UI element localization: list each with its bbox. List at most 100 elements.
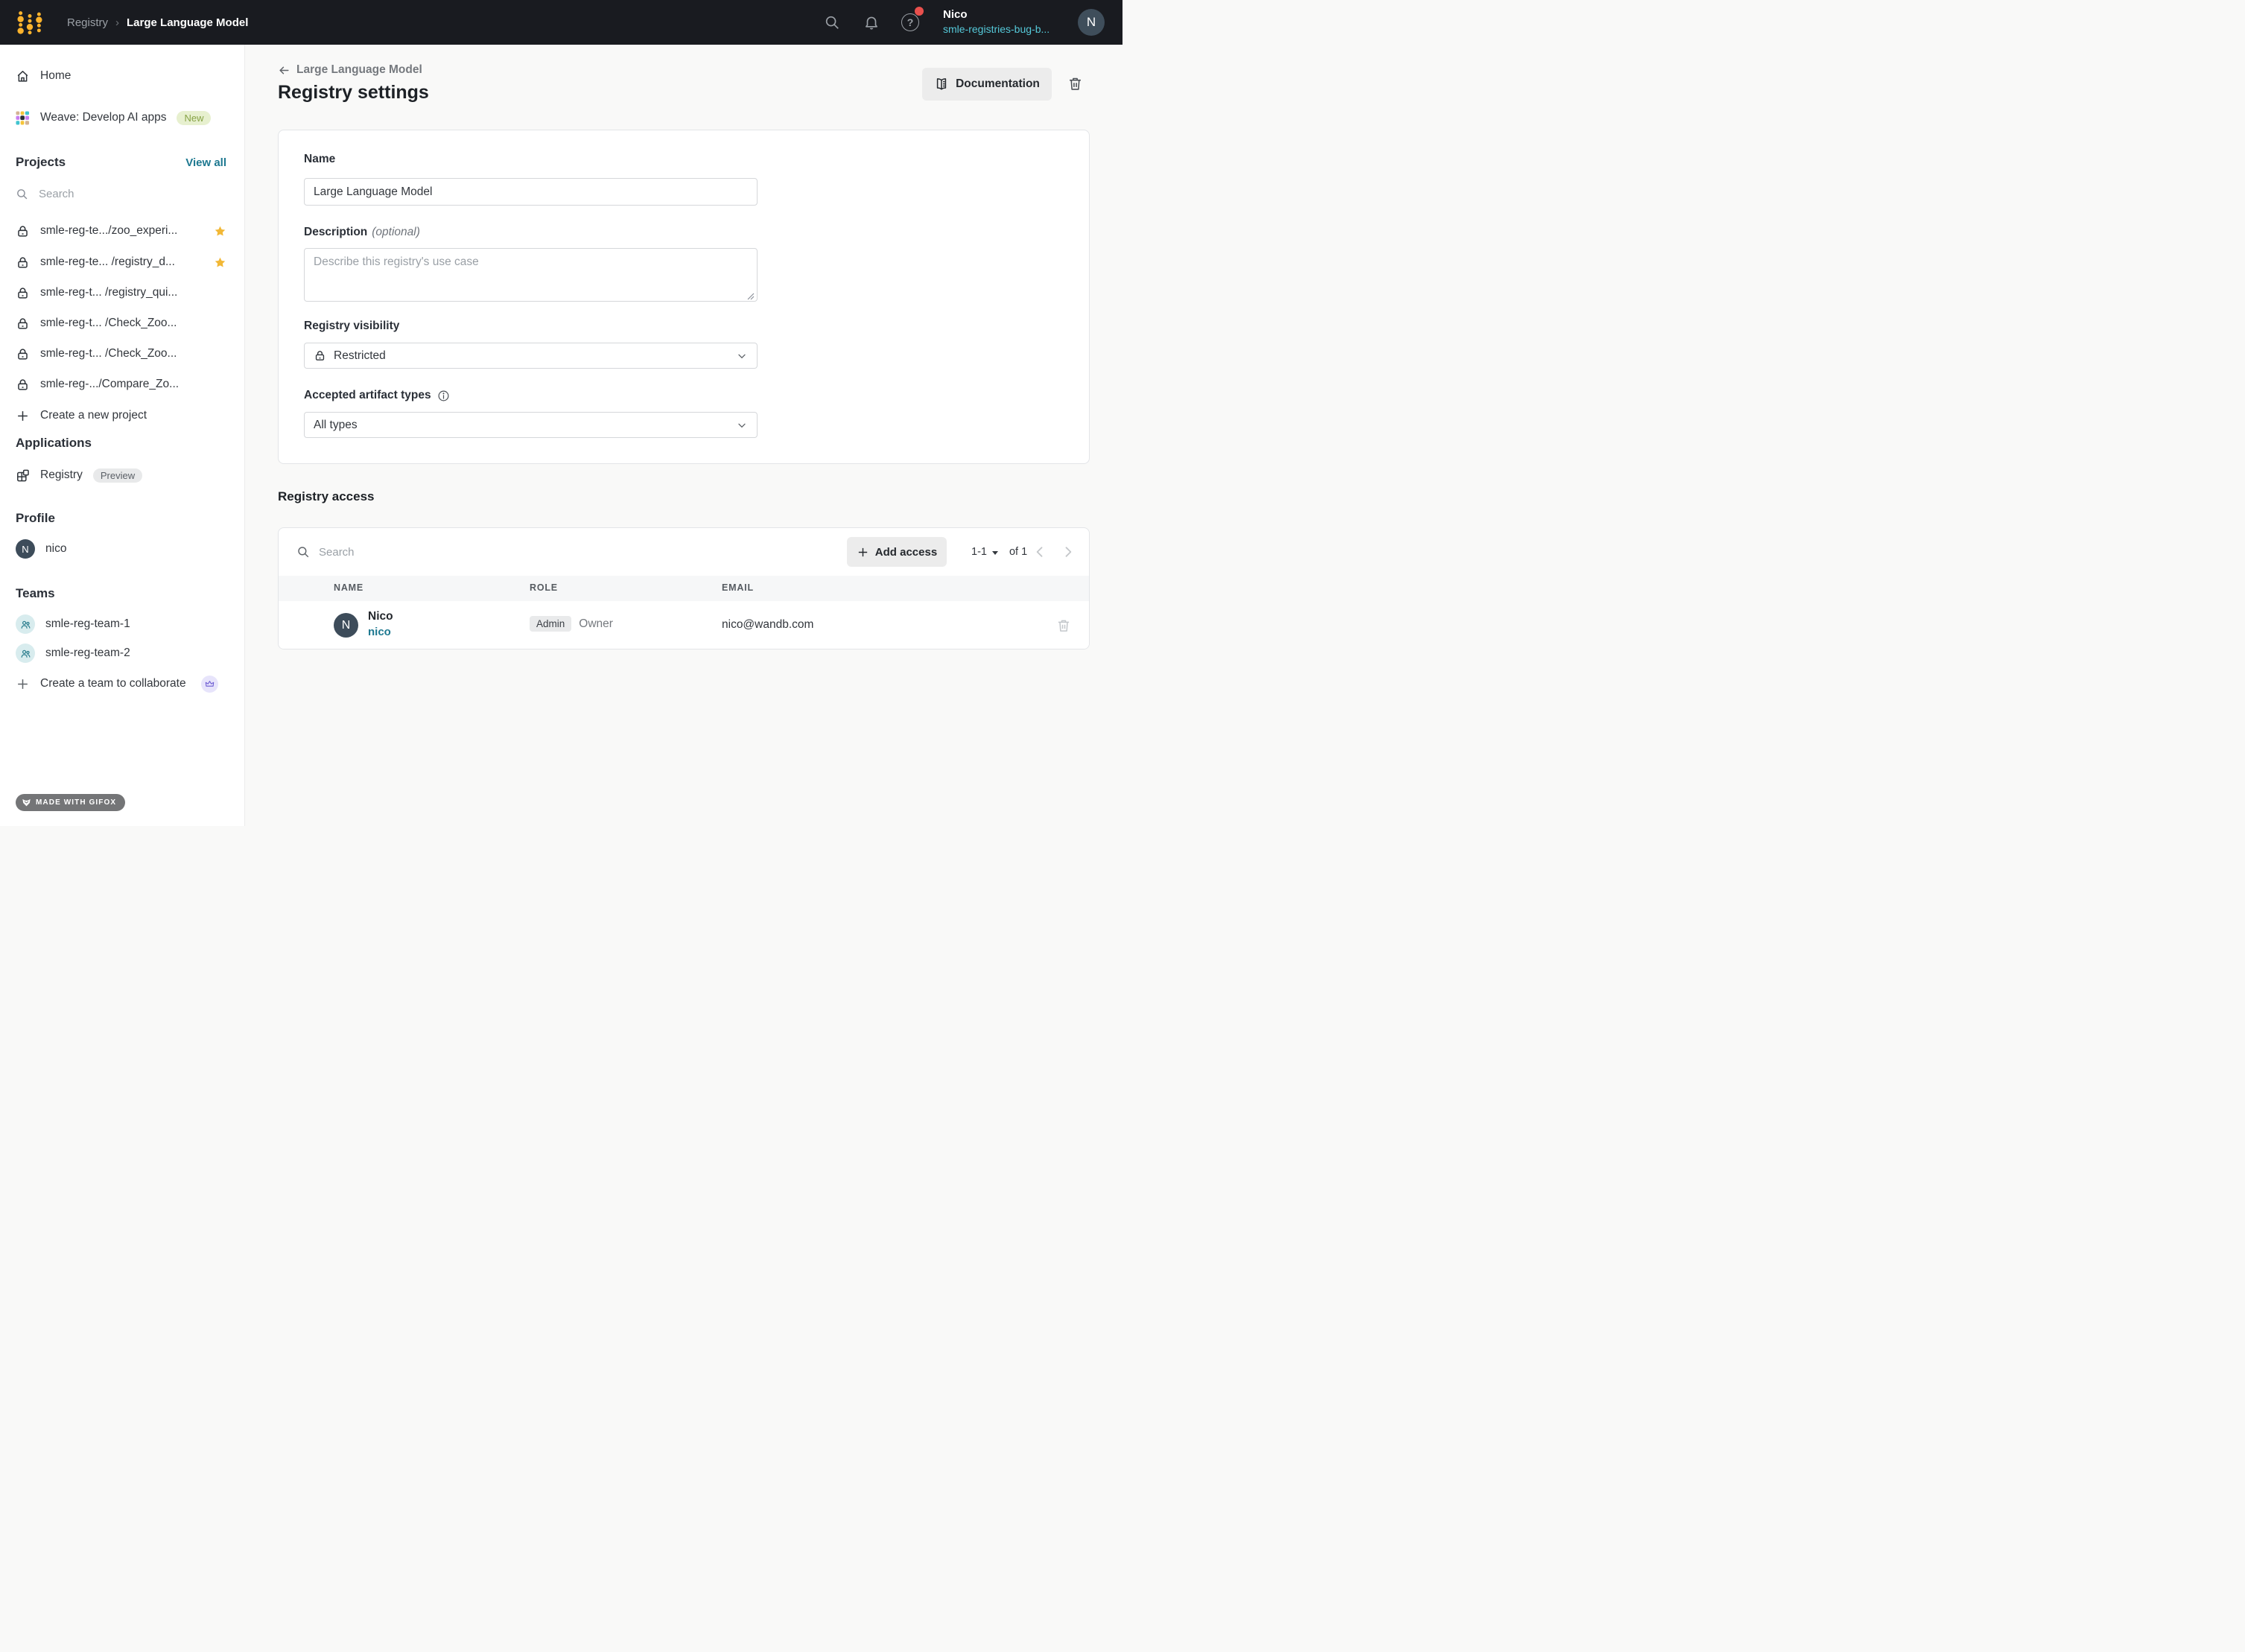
role-owner-label: Owner xyxy=(579,617,613,630)
name-label: Name xyxy=(304,153,336,165)
view-all-link[interactable]: View all xyxy=(185,156,226,169)
people-icon xyxy=(21,620,30,629)
bell-icon[interactable] xyxy=(863,14,880,31)
access-search-input[interactable]: Search xyxy=(296,528,617,576)
artifact-types-label: Accepted artifact types xyxy=(304,389,450,402)
create-project-button[interactable]: Create a new project xyxy=(0,405,244,426)
plus-icon xyxy=(18,679,28,689)
member-email: nico@wandb.com xyxy=(722,618,814,631)
upgrade-crown-icon xyxy=(200,675,218,693)
top-navbar: Registry › Large Language Model ? Nico s… xyxy=(0,0,1122,45)
made-with-gifox-badge: MADE WITH GIFOX xyxy=(16,794,126,811)
chevron-left-icon[interactable] xyxy=(1032,544,1047,559)
registry-settings-card: Name Description (optional) Registry vis… xyxy=(278,130,1090,464)
page-range-dropdown[interactable]: 1-1 xyxy=(971,546,987,558)
role-badge[interactable]: Admin xyxy=(530,616,572,632)
sidebar-project-item[interactable]: smle-reg-t... /Check_Zoo... xyxy=(0,313,244,334)
help-icon[interactable]: ? xyxy=(901,13,919,31)
sidebar-item-home[interactable]: Home xyxy=(0,66,244,86)
breadcrumb: Registry › Large Language Model xyxy=(67,0,248,45)
page-total: of 1 xyxy=(1009,546,1028,558)
book-icon xyxy=(936,78,947,90)
sidebar-project-item[interactable]: smle-reg-.../Compare_Zo... xyxy=(0,374,244,395)
lock-icon xyxy=(315,351,325,360)
registry-access-heading: Registry access xyxy=(278,489,375,503)
access-table-header: NAME ROLE EMAIL xyxy=(279,576,1089,601)
user-menu[interactable]: Nico smle-registries-bug-b... xyxy=(943,8,1050,36)
registry-access-card: Search Add access 1-1 of 1 NAME ROLE EMA… xyxy=(278,527,1090,649)
sidebar-item-weave[interactable]: Weave: Develop AI apps New xyxy=(0,107,244,128)
artifact-types-select[interactable]: All types xyxy=(304,412,758,438)
column-header-name: NAME xyxy=(334,582,364,593)
member-role: Admin Owner xyxy=(530,616,613,632)
home-icon xyxy=(17,70,28,82)
name-input[interactable] xyxy=(304,178,758,206)
documentation-button[interactable]: Documentation xyxy=(922,68,1052,101)
search-icon xyxy=(298,547,309,558)
sidebar-project-item[interactable]: smle-reg-t... /Check_Zoo... xyxy=(0,343,244,364)
search-icon[interactable] xyxy=(824,14,840,31)
sidebar-item-profile[interactable]: N nico xyxy=(0,539,244,559)
sidebar-team-item[interactable]: smle-reg-team-1 xyxy=(0,614,244,635)
search-placeholder: Search xyxy=(319,545,355,559)
new-badge: New xyxy=(177,110,212,125)
remove-access-icon[interactable] xyxy=(1056,618,1071,633)
plus-icon xyxy=(858,547,867,556)
delete-registry-icon[interactable] xyxy=(1067,76,1083,92)
team-icon xyxy=(16,614,35,634)
star-icon[interactable] xyxy=(214,256,226,269)
sidebar-project-item[interactable]: smle-reg-te... /registry_d... xyxy=(0,252,244,273)
search-placeholder: Search xyxy=(39,187,74,200)
sidebar-project-item[interactable]: smle-reg-t... /registry_qui... xyxy=(0,282,244,303)
sidebar-project-item[interactable]: smle-reg-te.../zoo_experi... xyxy=(0,220,244,241)
access-toolbar: Search Add access 1-1 of 1 xyxy=(279,528,1089,576)
weave-icon xyxy=(16,110,30,125)
column-header-role: ROLE xyxy=(530,582,558,593)
lock-icon xyxy=(18,287,28,299)
page-title: Registry settings xyxy=(278,82,429,103)
breadcrumb-registry-link[interactable]: Registry xyxy=(67,16,108,29)
add-access-button[interactable]: Add access xyxy=(847,537,947,567)
column-header-email: EMAIL xyxy=(722,582,754,593)
optional-hint: (optional) xyxy=(372,226,420,238)
star-icon[interactable] xyxy=(214,225,226,238)
create-team-button[interactable]: Create a team to collaborate xyxy=(0,673,244,694)
info-icon[interactable] xyxy=(437,390,450,402)
lock-icon xyxy=(18,317,28,329)
visibility-select[interactable]: Restricted xyxy=(304,343,758,369)
avatar: N xyxy=(334,613,358,638)
user-org-link[interactable]: smle-registries-bug-b... xyxy=(943,23,1050,36)
applications-section-header: Applications xyxy=(16,436,92,450)
profile-section-header: Profile xyxy=(16,511,55,525)
main-content: Large Language Model Registry settings D… xyxy=(245,45,1122,826)
chevron-right-icon[interactable] xyxy=(1061,544,1076,559)
projects-section-header: Projects View all xyxy=(16,155,226,169)
sidebar-project-search[interactable]: Search xyxy=(0,183,244,204)
description-label: Description (optional) xyxy=(304,226,420,238)
plus-icon xyxy=(18,410,28,421)
avatar[interactable]: N xyxy=(1078,9,1105,36)
notification-dot xyxy=(915,7,924,16)
chevron-down-icon xyxy=(738,354,746,358)
breadcrumb-current: Large Language Model xyxy=(127,16,249,29)
lock-icon xyxy=(18,348,28,360)
search-icon xyxy=(17,188,28,199)
pagination: 1-1 of 1 xyxy=(971,528,1027,576)
sidebar-item-registry[interactable]: Registry Preview xyxy=(0,465,244,486)
back-link[interactable]: Large Language Model xyxy=(278,63,422,77)
description-textarea[interactable] xyxy=(304,248,758,302)
breadcrumb-separator: › xyxy=(115,16,120,29)
lock-icon xyxy=(18,225,28,237)
teams-section-header: Teams xyxy=(16,586,55,600)
fox-icon xyxy=(22,798,31,807)
table-row: N Nico nico Admin Owner nico@wandb.com xyxy=(279,601,1089,649)
people-icon xyxy=(21,649,30,658)
caret-down-icon[interactable] xyxy=(991,550,998,555)
user-name: Nico xyxy=(943,8,968,21)
team-icon xyxy=(16,644,35,663)
lock-icon xyxy=(18,256,28,268)
sidebar-team-item[interactable]: smle-reg-team-2 xyxy=(0,643,244,664)
visibility-label: Registry visibility xyxy=(304,320,400,332)
wandb-logo-icon[interactable] xyxy=(16,8,44,36)
member-username-link[interactable]: nico xyxy=(368,626,391,638)
